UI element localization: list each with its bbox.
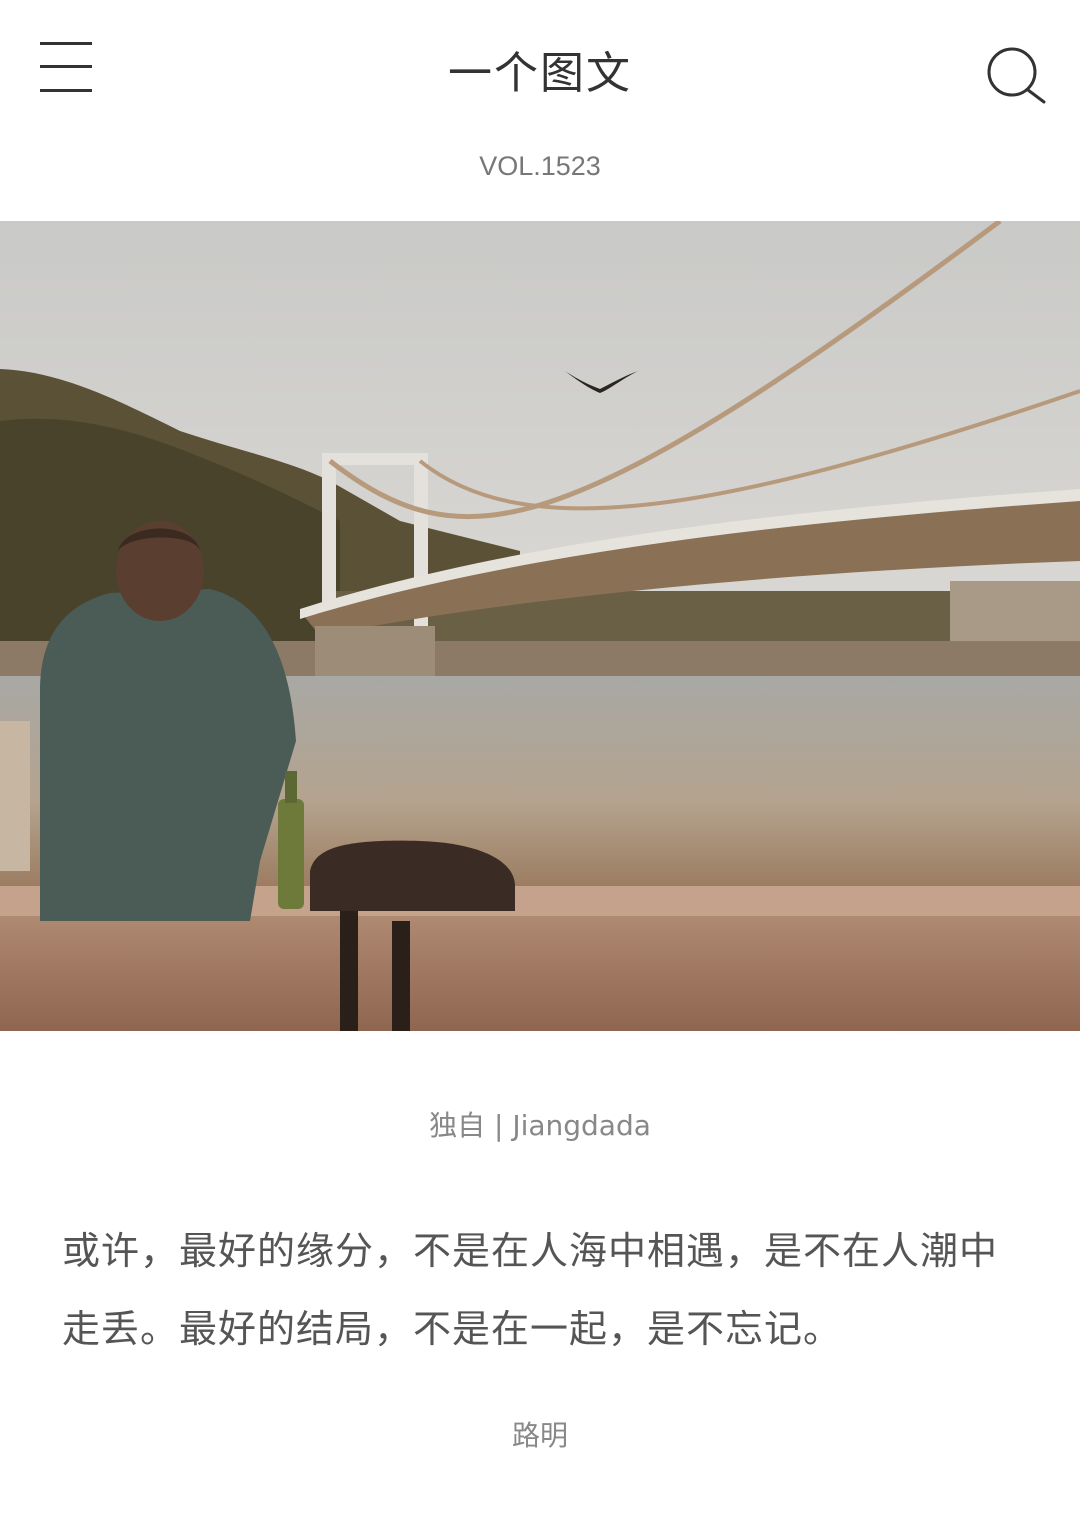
photo-caption: 独自 | Jiangdada (429, 1109, 651, 1142)
feature-photo[interactable] (0, 221, 1080, 1031)
quote-text: 或许，最好的缘分，不是在人海中相遇，是不在人潮中走丢。最好的结局，不是在一起，是… (62, 1229, 999, 1351)
top-bar: 一个图文 (0, 0, 1080, 140)
quote-author: 路明 (511, 1419, 568, 1452)
search-icon (987, 47, 1046, 104)
page-title: 一个图文 (448, 48, 632, 99)
search-button[interactable] (984, 44, 1048, 108)
volume-label: VOL.1523 (479, 151, 601, 181)
